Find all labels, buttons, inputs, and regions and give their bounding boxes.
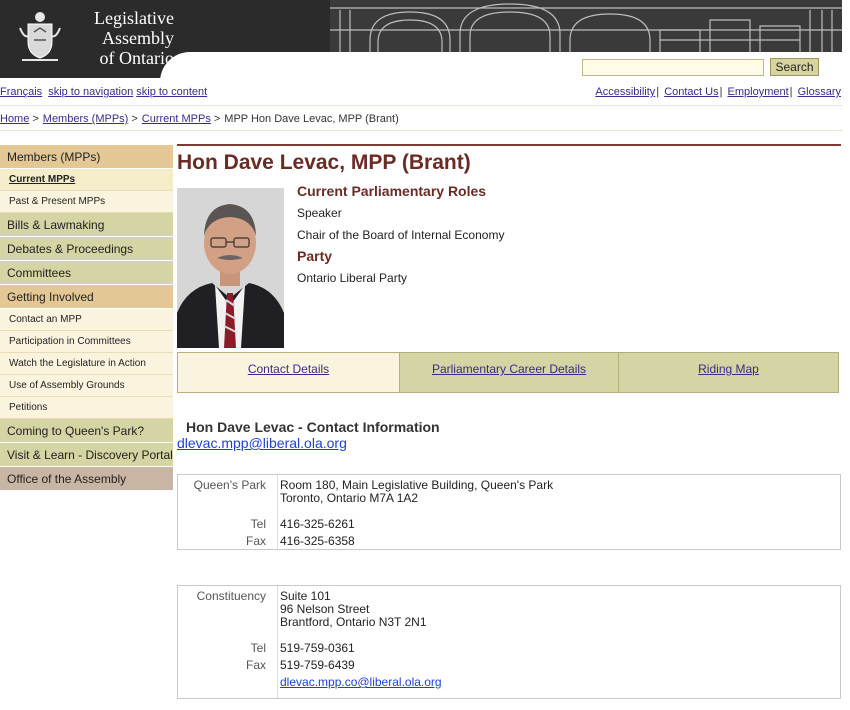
tab-parliamentary-career-link[interactable]: Parliamentary Career Details: [432, 362, 586, 376]
francais-link[interactable]: Français: [0, 86, 42, 98]
constituency-contact-box: Constituency Suite 101 96 Nelson Street …: [177, 585, 841, 699]
tab-contact-details[interactable]: Contact Details: [178, 353, 400, 392]
sidebar-item-office-of-assembly[interactable]: Office of the Assembly: [0, 467, 173, 491]
divider: [0, 130, 842, 131]
divider: [0, 105, 842, 106]
breadcrumb: Home > Members (MPPs) > Current MPPs > MPP Hon…: [0, 113, 399, 125]
tel-label: Tel: [250, 517, 266, 531]
breadcrumb-current-page: MPP Hon Dave Levac, MPP (Brant): [224, 113, 399, 125]
breadcrumb-separator: >: [32, 113, 39, 125]
queens-park-address-line: Toronto, Ontario M7A 1A2: [280, 491, 419, 505]
sidebar-item-debates-proceedings[interactable]: Debates & Proceedings: [0, 237, 173, 261]
constituency-fax: 519-759-6439: [280, 658, 355, 672]
contact-heading: Hon Dave Levac - Contact Information: [186, 419, 440, 435]
sidebar-item-contact-an-mpp[interactable]: Contact an MPP: [0, 309, 173, 331]
fax-label: Fax: [245, 534, 266, 548]
sidebar-item-getting-involved[interactable]: Getting Involved: [0, 285, 173, 309]
party-heading: Party: [297, 248, 333, 264]
title-rule: [177, 144, 841, 146]
sidebar-item-committees[interactable]: Committees: [0, 261, 173, 285]
column-divider: [277, 586, 278, 698]
coat-of-arms-icon: [19, 12, 61, 61]
queens-park-contact-box: Queen's Park Room 180, Main Legislative …: [177, 474, 841, 550]
role-item: Speaker: [297, 206, 342, 220]
sidebar-item-assembly-grounds[interactable]: Use of Assembly Grounds: [0, 375, 173, 397]
constituency-tel: 519-759-0361: [280, 641, 355, 655]
utility-links-left: Français skip to navigation skip to conte…: [0, 86, 207, 98]
utility-links-right: Accessibility| Contact Us| Employment| G…: [595, 86, 841, 98]
separator: |: [789, 86, 793, 98]
contact-us-link[interactable]: Contact Us: [664, 86, 718, 98]
sidebar-item-visit-learn[interactable]: Visit & Learn - Discovery Portal: [0, 443, 173, 467]
assembly-logo[interactable]: Legislative Assembly of Ontario: [18, 8, 174, 68]
column-divider: [277, 475, 278, 549]
queens-park-label: Queen's Park: [193, 478, 266, 492]
fax-label: Fax: [245, 658, 266, 672]
party-value: Ontario Liberal Party: [297, 271, 408, 285]
constituency-address-line: Brantford, Ontario N3T 2N1: [280, 615, 427, 629]
profile-tabs: Contact Details Parliamentary Career Det…: [177, 352, 839, 393]
tel-label: Tel: [250, 641, 266, 655]
sidebar-item-petitions[interactable]: Petitions: [0, 397, 173, 419]
separator: |: [719, 86, 723, 98]
breadcrumb-separator: >: [131, 113, 138, 125]
mpp-email-link[interactable]: dlevac.mpp@liberal.ola.org: [177, 435, 347, 451]
constituency-email-link[interactable]: dlevac.mpp.co@liberal.ola.org: [280, 676, 442, 689]
search-input[interactable]: [582, 59, 764, 76]
sidebar-item-participation-committees[interactable]: Participation in Committees: [0, 331, 173, 353]
queens-park-fax: 416-325-6358: [280, 534, 355, 548]
accessibility-link[interactable]: Accessibility: [595, 86, 655, 98]
mpp-photo: [177, 188, 284, 348]
sidebar-item-watch-legislature[interactable]: Watch the Legislature in Action: [0, 353, 173, 375]
sidebar-item-bills-lawmaking[interactable]: Bills & Lawmaking: [0, 213, 173, 237]
roles-heading: Current Parliamentary Roles: [297, 183, 487, 199]
queens-park-tel: 416-325-6261: [280, 517, 355, 531]
constituency-label: Constituency: [196, 589, 266, 603]
tab-riding-map[interactable]: Riding Map: [619, 353, 838, 392]
breadcrumb-separator: >: [213, 113, 221, 125]
sidebar-item-members[interactable]: Members (MPPs): [0, 145, 173, 169]
tab-contact-details-link[interactable]: Contact Details: [248, 362, 329, 376]
skip-to-navigation-link[interactable]: skip to navigation: [48, 86, 133, 98]
breadcrumb-current-mpps[interactable]: Current MPPs: [142, 113, 211, 125]
breadcrumb-home[interactable]: Home: [0, 113, 29, 125]
employment-link[interactable]: Employment: [728, 86, 789, 98]
sidebar-item-coming-to-queens-park[interactable]: Coming to Queen's Park?: [0, 419, 173, 443]
glossary-link[interactable]: Glossary: [798, 86, 841, 98]
sidebar-item-past-present-mpps[interactable]: Past & Present MPPs: [0, 191, 173, 213]
breadcrumb-members[interactable]: Members (MPPs): [43, 113, 129, 125]
skip-to-content-link[interactable]: skip to content: [136, 86, 207, 98]
separator: |: [656, 86, 660, 98]
logo-wordmark: Legislative Assembly of Ontario: [94, 8, 174, 68]
portrait-image: [177, 188, 284, 348]
page-title: Hon Dave Levac, MPP (Brant): [177, 151, 471, 174]
role-item: Chair of the Board of Internal Economy: [297, 228, 505, 242]
sidebar-item-current-mpps[interactable]: Current MPPs: [0, 169, 173, 191]
tab-parliamentary-career[interactable]: Parliamentary Career Details: [400, 353, 619, 392]
tab-riding-map-link[interactable]: Riding Map: [698, 362, 759, 376]
sidebar-nav: Members (MPPs) Current MPPs Past & Prese…: [0, 145, 173, 491]
search-button[interactable]: Search: [770, 58, 819, 76]
